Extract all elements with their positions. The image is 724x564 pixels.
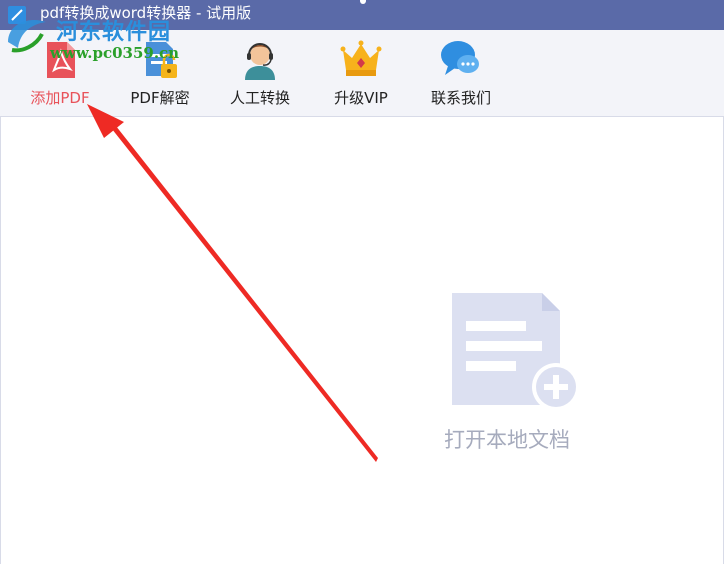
title-bar: pdf转换成word转换器 - 试用版 — [0, 0, 724, 30]
customer-service-icon — [245, 43, 275, 80]
title-bar-marker — [360, 0, 366, 4]
contact-us-button[interactable]: 联系我们 — [426, 36, 496, 114]
window-title: pdf转换成word转换器 - 试用版 — [40, 4, 252, 22]
contact-us-label: 联系我们 — [430, 89, 491, 107]
pdf-decrypt-button[interactable]: PDF解密 — [122, 36, 198, 114]
add-document-icon — [452, 293, 580, 411]
unlock-file-icon — [146, 42, 177, 78]
open-local-document-label: 打开本地文档 — [444, 428, 570, 452]
manual-convert-label: 人工转换 — [229, 89, 290, 107]
add-pdf-button[interactable]: 添加PDF — [22, 36, 98, 114]
open-local-document-button[interactable]: 打开本地文档 — [427, 287, 587, 462]
pdf-decrypt-label: PDF解密 — [130, 89, 190, 107]
app-icon — [8, 6, 26, 24]
document-area: 打开本地文档 — [0, 117, 724, 564]
chat-bubble-icon — [441, 41, 479, 75]
toolbar: 添加PDF PDF解密 人工转换 升级VIP 联系我们 — [0, 30, 724, 117]
upgrade-vip-label: 升级VIP — [334, 89, 388, 107]
manual-convert-button[interactable]: 人工转换 — [224, 36, 296, 114]
upgrade-vip-button[interactable]: 升级VIP — [326, 36, 396, 114]
add-pdf-label: 添加PDF — [30, 89, 90, 107]
pdf-file-icon — [47, 42, 75, 78]
crown-icon — [340, 40, 382, 76]
